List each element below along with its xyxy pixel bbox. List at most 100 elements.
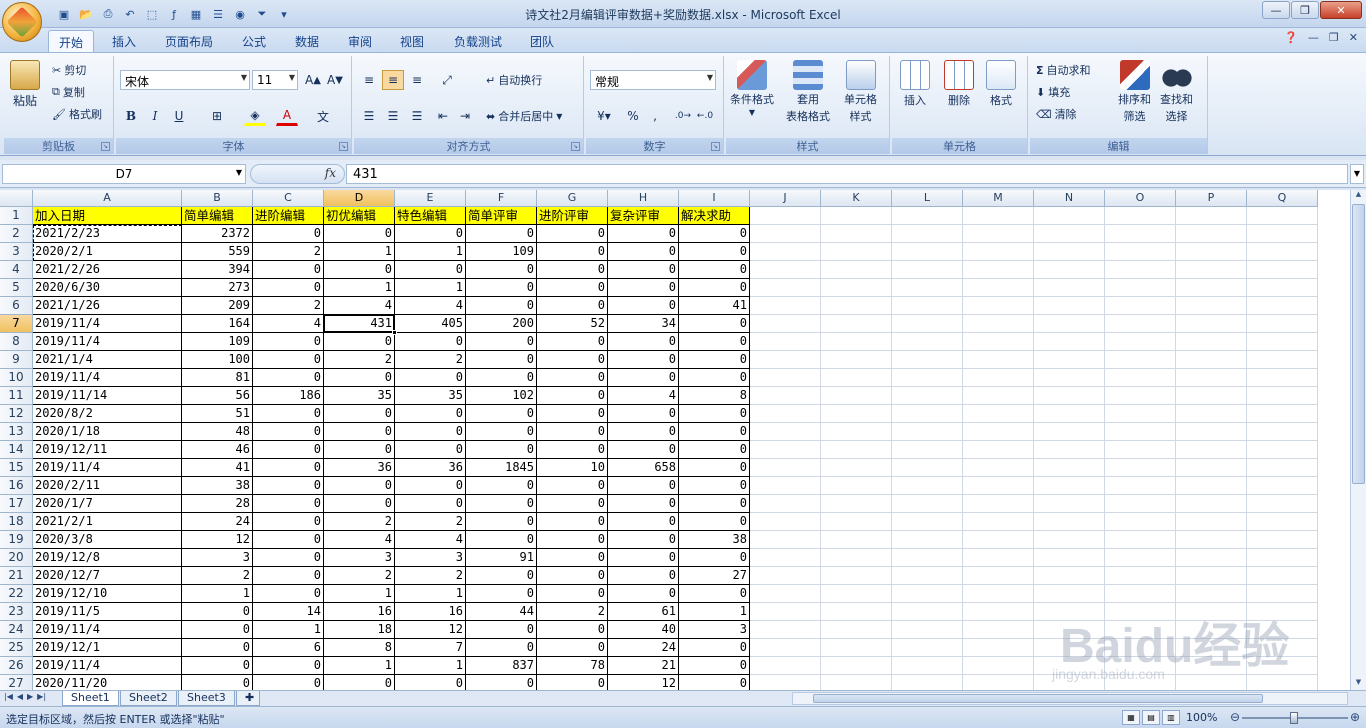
table-cell[interactable]: 2019/11/4 [33, 459, 182, 477]
insert-sheet-icon[interactable]: ✚ [236, 691, 260, 706]
table-cell[interactable] [1034, 477, 1105, 495]
table-cell[interactable]: 0 [537, 495, 608, 513]
table-cell[interactable] [750, 585, 821, 603]
row-header[interactable]: 12 [0, 405, 33, 423]
table-cell[interactable]: 0 [679, 477, 750, 495]
table-cell[interactable]: 102 [466, 387, 537, 405]
table-cell[interactable]: 0 [679, 261, 750, 279]
table-cell[interactable]: 0 [466, 297, 537, 315]
table-cell[interactable]: 2019/12/8 [33, 549, 182, 567]
sheet-tab-2[interactable]: Sheet2 [120, 691, 177, 706]
table-cell[interactable]: 4 [253, 315, 324, 333]
table-cell[interactable]: 0 [466, 675, 537, 690]
table-cell[interactable] [1105, 207, 1176, 225]
table-cell[interactable] [1247, 639, 1318, 657]
zoom-slider-knob[interactable] [1290, 712, 1298, 724]
row-header[interactable]: 3 [0, 243, 33, 261]
table-cell[interactable]: 0 [466, 279, 537, 297]
header-cell[interactable]: 简单编辑 [182, 207, 253, 225]
table-cell[interactable]: 0 [608, 531, 679, 549]
prev-sheet-icon[interactable]: ◀ [17, 692, 23, 701]
table-cell[interactable]: 2372 [182, 225, 253, 243]
table-cell[interactable] [1176, 261, 1247, 279]
table-cell[interactable] [1176, 675, 1247, 690]
table-cell[interactable]: 2020/1/18 [33, 423, 182, 441]
table-cell[interactable] [750, 243, 821, 261]
row-header[interactable]: 23 [0, 603, 33, 621]
table-cell[interactable]: 0 [395, 441, 466, 459]
table-cell[interactable]: 0 [253, 567, 324, 585]
table-cell[interactable]: 0 [679, 639, 750, 657]
table-cell[interactable] [750, 387, 821, 405]
table-cell[interactable] [1176, 621, 1247, 639]
table-cell[interactable]: 35 [324, 387, 395, 405]
table-cell[interactable] [1247, 225, 1318, 243]
copy-button[interactable]: ⧉ 复制 [52, 84, 85, 100]
table-cell[interactable] [821, 585, 892, 603]
table-cell[interactable] [821, 459, 892, 477]
table-cell[interactable] [963, 621, 1034, 639]
table-cell[interactable] [892, 459, 963, 477]
horizontal-scroll-thumb[interactable] [813, 694, 1263, 703]
table-cell[interactable] [821, 207, 892, 225]
restore-icon[interactable]: ❐ [1291, 1, 1319, 19]
header-cell[interactable]: 复杂评审 [608, 207, 679, 225]
table-cell[interactable] [1176, 225, 1247, 243]
table-cell[interactable] [892, 441, 963, 459]
table-cell[interactable] [1105, 639, 1176, 657]
table-cell[interactable]: 1 [679, 603, 750, 621]
table-cell[interactable] [963, 477, 1034, 495]
table-cell[interactable] [1176, 495, 1247, 513]
table-cell[interactable] [750, 567, 821, 585]
table-cell[interactable] [892, 387, 963, 405]
table-cell[interactable]: 559 [182, 243, 253, 261]
row-header[interactable]: 4 [0, 261, 33, 279]
tab-review[interactable]: 审阅 [338, 30, 382, 52]
table-cell[interactable]: 38 [182, 477, 253, 495]
font-launcher-icon[interactable]: ↘ [339, 142, 348, 151]
table-cell[interactable]: 12 [608, 675, 679, 690]
zoom-level[interactable]: 100% [1186, 711, 1217, 724]
table-cell[interactable] [892, 657, 963, 675]
table-cell[interactable]: 0 [466, 531, 537, 549]
table-cell[interactable]: 16 [395, 603, 466, 621]
table-cell[interactable] [1105, 405, 1176, 423]
table-cell[interactable]: 0 [608, 243, 679, 261]
table-cell[interactable] [1105, 351, 1176, 369]
table-cell[interactable]: 0 [537, 405, 608, 423]
table-cell[interactable] [892, 243, 963, 261]
header-cell[interactable]: 进阶评审 [537, 207, 608, 225]
table-cell[interactable]: 0 [679, 675, 750, 690]
office-button[interactable] [2, 2, 42, 42]
table-cell[interactable]: 46 [182, 441, 253, 459]
table-cell[interactable]: 4 [608, 387, 679, 405]
column-header-b[interactable]: B [182, 190, 253, 207]
table-cell[interactable]: 0 [395, 369, 466, 387]
row-header[interactable]: 8 [0, 333, 33, 351]
row-header[interactable]: 2 [0, 225, 33, 243]
table-cell[interactable] [1034, 261, 1105, 279]
number-launcher-icon[interactable]: ↘ [711, 142, 720, 151]
table-cell[interactable] [1105, 585, 1176, 603]
table-cell[interactable]: 0 [466, 639, 537, 657]
table-cell[interactable]: 78 [537, 657, 608, 675]
table-cell[interactable] [821, 333, 892, 351]
table-cell[interactable]: 0 [608, 441, 679, 459]
table-cell[interactable] [821, 495, 892, 513]
table-cell[interactable]: 0 [466, 333, 537, 351]
table-cell[interactable] [892, 315, 963, 333]
table-cell[interactable]: 405 [395, 315, 466, 333]
table-cell[interactable]: 0 [466, 441, 537, 459]
table-cell[interactable] [1247, 513, 1318, 531]
table-cell[interactable] [1247, 459, 1318, 477]
table-cell[interactable]: 2021/2/1 [33, 513, 182, 531]
table-cell[interactable] [750, 207, 821, 225]
table-cell[interactable]: 28 [182, 495, 253, 513]
column-header-l[interactable]: L [892, 190, 963, 207]
table-cell[interactable] [1105, 477, 1176, 495]
row-header[interactable]: 5 [0, 279, 33, 297]
table-cell[interactable]: 0 [537, 531, 608, 549]
table-cell[interactable] [1034, 333, 1105, 351]
expand-formula-icon[interactable]: ▼ [1350, 164, 1364, 184]
table-cell[interactable] [821, 603, 892, 621]
